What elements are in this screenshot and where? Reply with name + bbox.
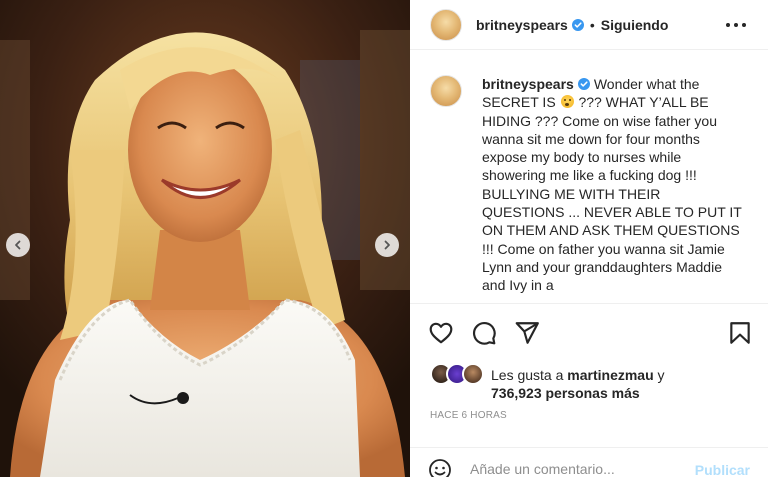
previous-image-button[interactable]	[6, 233, 30, 257]
heart-icon[interactable]	[428, 320, 454, 346]
more-options-button[interactable]	[726, 16, 746, 34]
post-actions-bar	[410, 303, 768, 361]
comment-composer: Publicar	[410, 447, 768, 477]
more-options-icon	[734, 23, 738, 27]
smiley-icon[interactable]	[428, 458, 452, 477]
post-photo[interactable]	[0, 0, 410, 477]
liker-avatars	[430, 363, 486, 385]
verified-badge-icon	[577, 78, 590, 90]
author-username[interactable]: britneyspears	[476, 17, 568, 33]
comment-icon[interactable]	[471, 320, 497, 346]
photo-illustration	[0, 0, 410, 477]
next-image-button[interactable]	[375, 233, 399, 257]
bookmark-icon[interactable]	[727, 320, 753, 346]
liker-avatar[interactable]	[462, 363, 484, 385]
likes-conjunction: y	[657, 367, 665, 383]
header-separator: •	[589, 16, 595, 33]
post-timestamp[interactable]: HACE 6 HORAS	[430, 410, 507, 421]
caption-text-part2: ??? WHAT Y’ALL BE HIDING ??? Come on wis…	[482, 94, 742, 294]
surprised-face-emoji-icon	[560, 95, 574, 109]
chevron-right-icon	[384, 240, 390, 250]
author-avatar[interactable]	[430, 8, 462, 41]
likes-count-link[interactable]: 736,923 personas más	[491, 385, 640, 401]
caption-section: britneyspears Wonder what the SECRET IS ?…	[410, 51, 768, 303]
paper-plane-icon[interactable]	[514, 320, 540, 346]
following-button[interactable]: Siguiendo	[601, 17, 669, 33]
more-options-icon	[742, 23, 746, 27]
post-header: britneyspears • Siguiendo	[410, 0, 768, 50]
publish-button[interactable]: Publicar	[695, 462, 750, 477]
likes-user-link[interactable]: martinezmau	[567, 367, 653, 383]
caption-author-avatar[interactable]	[430, 75, 462, 107]
chevron-left-icon	[15, 240, 21, 250]
likes-prefix: Les gusta a	[491, 367, 564, 383]
comment-input[interactable]	[470, 458, 670, 477]
caption-username[interactable]: britneyspears	[482, 76, 574, 92]
likes-text: Les gusta a martinezmau y 736,923 person…	[491, 366, 751, 402]
likes-summary: Les gusta a martinezmau y 736,923 person…	[430, 363, 750, 403]
post-side-panel: britneyspears • Siguiendo britneyspears W…	[410, 0, 768, 477]
post-caption: britneyspears Wonder what the SECRET IS ?…	[482, 75, 744, 295]
more-options-icon	[726, 23, 730, 27]
verified-badge-icon	[571, 18, 584, 31]
